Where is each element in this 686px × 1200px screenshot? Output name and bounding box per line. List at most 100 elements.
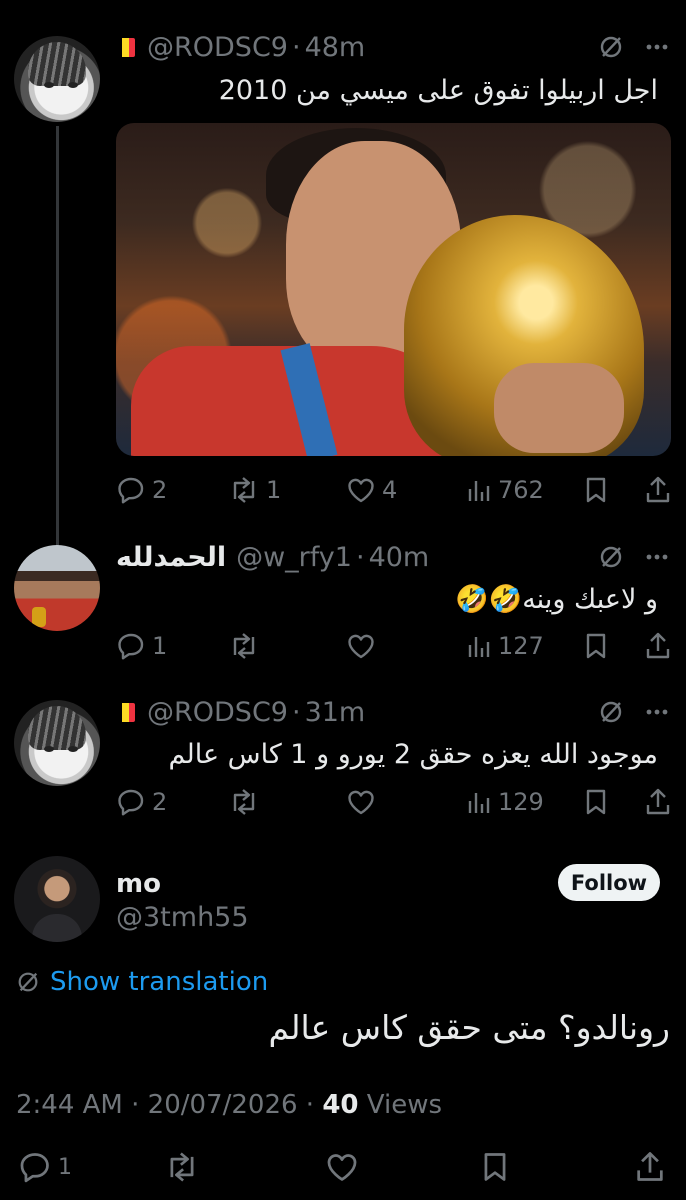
grok-icon[interactable] xyxy=(598,544,624,570)
reply-header: @RODSC9 · 48m xyxy=(116,29,365,65)
tweet-time[interactable]: 2:44 AM xyxy=(16,1090,123,1120)
reply-icon xyxy=(118,477,144,504)
share-icon xyxy=(646,632,670,659)
display-name[interactable]: الحمدلله xyxy=(116,542,226,573)
avatar[interactable] xyxy=(14,856,100,942)
views-count: 762 xyxy=(498,476,544,504)
grok-icon[interactable] xyxy=(598,699,624,725)
repost-button[interactable]: 1 xyxy=(228,473,281,507)
avatar[interactable] xyxy=(14,36,100,122)
display-name[interactable]: mo xyxy=(116,869,161,899)
action-bar: 1 127 xyxy=(0,629,686,663)
bookmark-button[interactable] xyxy=(583,785,609,819)
repost-icon xyxy=(233,477,255,503)
tweet-media-image[interactable] xyxy=(116,123,671,456)
share-icon xyxy=(646,476,670,503)
tweet-metadata: 2:44 AM · 20/07/2026 · 40 Views xyxy=(16,1090,442,1120)
repost-count: 1 xyxy=(266,476,282,504)
bookmark-icon xyxy=(484,1153,506,1181)
reply-text: اجل اربيلوا تفوق على ميسي من 2010 xyxy=(218,75,658,106)
share-icon xyxy=(646,788,670,815)
reply-text: و لاعبك وينه🤣🤣 xyxy=(454,584,658,615)
avatar[interactable] xyxy=(14,700,100,786)
analytics-icon xyxy=(468,481,490,501)
reply-top-icons xyxy=(598,29,668,65)
repost-icon xyxy=(170,1152,194,1182)
views-count: 127 xyxy=(498,632,544,660)
share-button[interactable] xyxy=(634,1147,666,1187)
follow-button[interactable]: Follow xyxy=(558,864,660,901)
reply-header: @RODSC9 · 31m xyxy=(116,694,365,730)
timestamp[interactable]: 40m xyxy=(369,542,430,573)
views-button[interactable]: 127 xyxy=(466,629,544,663)
bookmark-icon xyxy=(586,633,606,659)
separator-dot: · xyxy=(305,1090,315,1120)
user-handle[interactable]: @RODSC9 xyxy=(147,32,288,63)
timestamp[interactable]: 31m xyxy=(305,697,366,728)
show-translation-link[interactable]: Show translation xyxy=(16,965,268,999)
separator-dot: · xyxy=(355,541,365,573)
share-button[interactable] xyxy=(644,785,672,819)
heart-icon xyxy=(327,1154,357,1181)
timestamp[interactable]: 48m xyxy=(305,32,366,63)
repost-button[interactable] xyxy=(228,629,260,663)
more-options-icon[interactable] xyxy=(646,544,668,570)
reply-top-icons xyxy=(598,539,668,575)
main-action-bar: 1 xyxy=(0,1147,686,1187)
belgium-flag-icon xyxy=(116,37,135,57)
reply-text: موجود الله يعزه حقق 2 يورو و 1 كاس عالم xyxy=(168,739,658,770)
like-button[interactable] xyxy=(324,1147,360,1187)
reply-button[interactable]: 1 xyxy=(116,629,167,663)
action-bar: 2 129 xyxy=(0,785,686,819)
bookmark-icon xyxy=(586,789,606,815)
bookmark-icon xyxy=(586,477,606,503)
like-button[interactable]: 4 xyxy=(346,473,397,507)
reply-header: الحمدلله @w_rfy1 · 40m xyxy=(116,539,429,575)
reply-count: 1 xyxy=(152,632,168,660)
repost-button[interactable] xyxy=(228,785,260,819)
share-icon xyxy=(637,1152,663,1181)
reply-count: 1 xyxy=(58,1154,72,1180)
views-button[interactable]: 129 xyxy=(466,785,544,819)
heart-icon xyxy=(348,790,374,815)
reply-icon xyxy=(118,633,144,660)
separator-dot: · xyxy=(131,1090,140,1120)
share-button[interactable] xyxy=(644,473,672,507)
bookmark-button[interactable] xyxy=(480,1147,510,1187)
repost-icon xyxy=(233,633,255,659)
analytics-icon xyxy=(468,637,490,657)
tweet-date[interactable]: 20/07/2026 xyxy=(148,1090,298,1120)
like-button[interactable] xyxy=(346,629,376,663)
tweet-text: رونالدو؟ متى حقق كاس عالم xyxy=(268,1008,670,1047)
user-handle[interactable]: @3tmh55 xyxy=(116,902,249,933)
views-button[interactable]: 762 xyxy=(466,473,544,507)
separator-dot: · xyxy=(291,696,301,728)
heart-icon xyxy=(348,478,374,503)
reply-button[interactable]: 2 xyxy=(116,473,167,507)
reply-button[interactable]: 2 xyxy=(116,785,167,819)
heart-icon xyxy=(348,634,374,659)
repost-button[interactable] xyxy=(164,1147,200,1187)
bookmark-button[interactable] xyxy=(583,473,609,507)
reply-button[interactable]: 1 xyxy=(18,1147,72,1187)
player-hand xyxy=(494,363,624,453)
bookmark-button[interactable] xyxy=(583,629,609,663)
more-options-icon[interactable] xyxy=(646,34,668,60)
views-count: 129 xyxy=(498,788,544,816)
show-translation-label[interactable]: Show translation xyxy=(50,967,268,997)
grok-icon[interactable] xyxy=(598,34,624,60)
share-button[interactable] xyxy=(644,629,672,663)
avatar[interactable] xyxy=(14,545,100,631)
grok-icon xyxy=(18,972,38,992)
user-handle[interactable]: @RODSC9 xyxy=(147,697,288,728)
reply-count: 2 xyxy=(152,788,168,816)
belgium-flag-icon xyxy=(116,702,135,722)
reply-icon xyxy=(20,1153,49,1183)
like-button[interactable] xyxy=(346,785,376,819)
user-handle[interactable]: @w_rfy1 xyxy=(236,542,352,573)
action-bar: 2 1 4 762 xyxy=(0,473,686,507)
like-count: 4 xyxy=(382,476,398,504)
more-options-icon[interactable] xyxy=(646,699,668,725)
views-label: Views xyxy=(366,1090,443,1120)
reply-icon xyxy=(118,789,144,816)
